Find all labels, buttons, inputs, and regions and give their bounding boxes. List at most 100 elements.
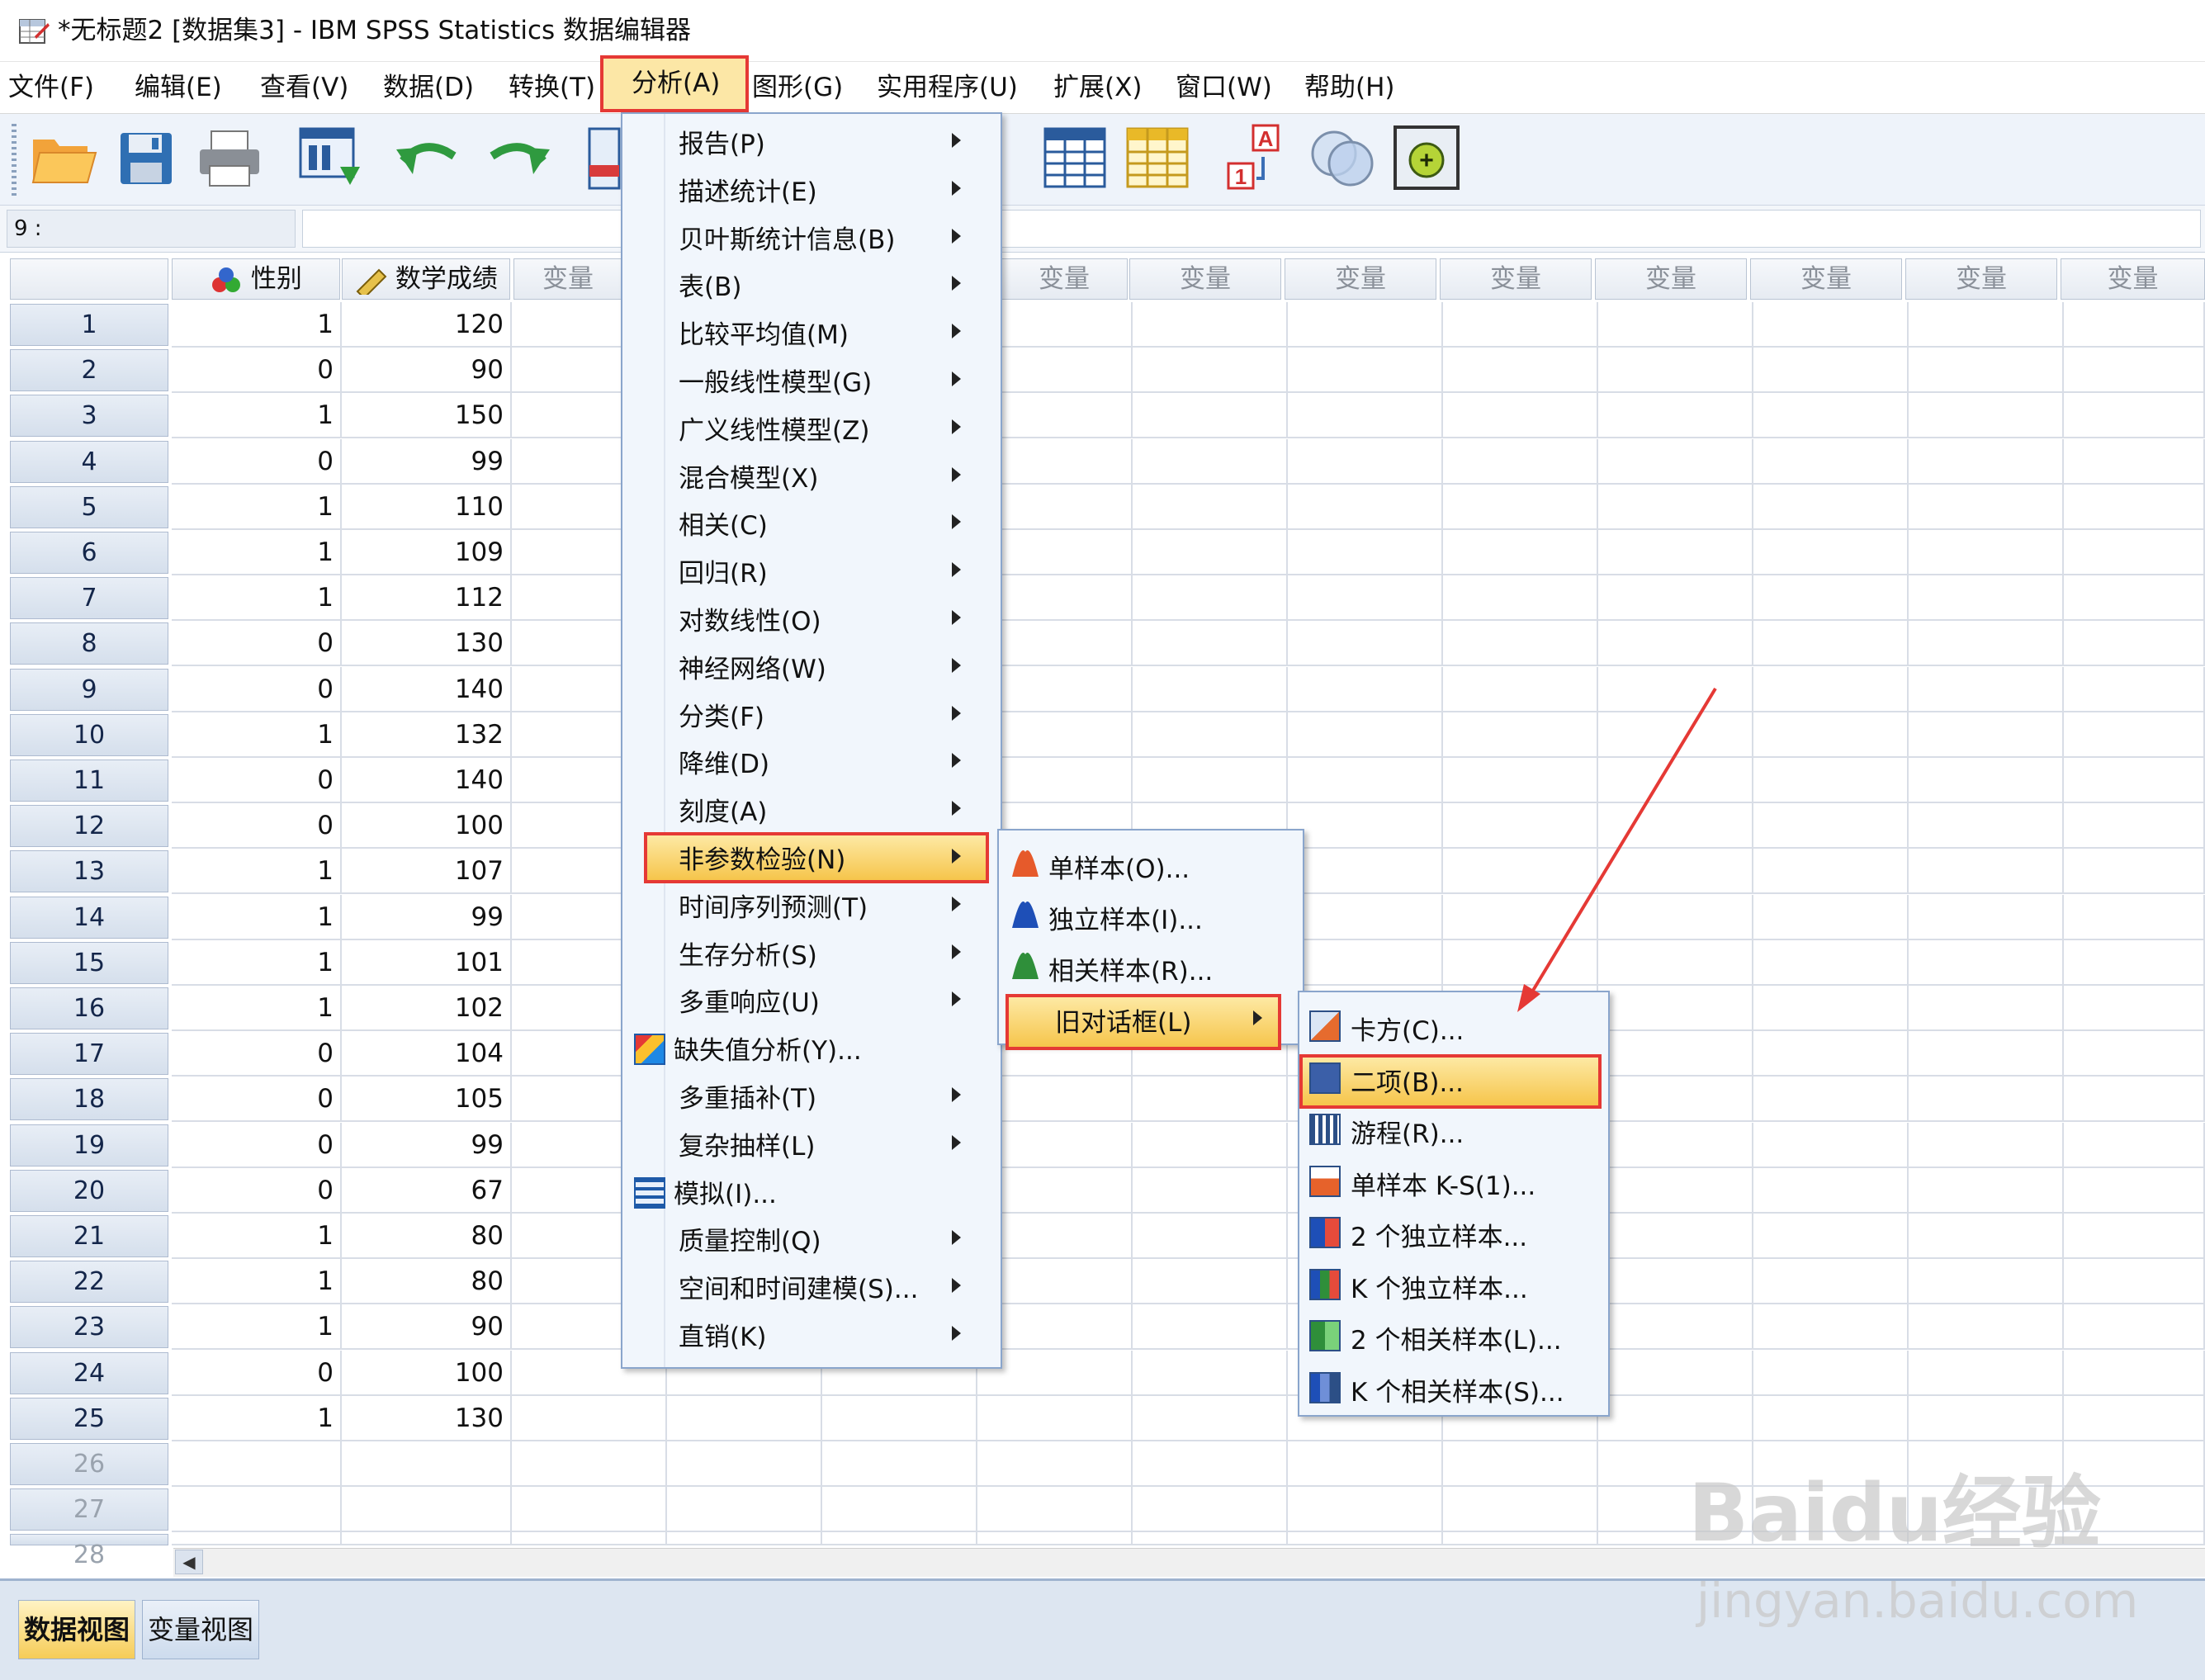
grid-cell[interactable] — [2064, 894, 2205, 940]
column-header-var[interactable]: 变量 — [1285, 258, 1436, 300]
grid-cell[interactable] — [1443, 530, 1598, 575]
grid-cell[interactable] — [1288, 302, 1443, 348]
grid-cell[interactable] — [2064, 1214, 2205, 1259]
grid-cell[interactable] — [1753, 1304, 1909, 1351]
grid-cell[interactable]: 120 — [342, 302, 512, 348]
column-header-var[interactable]: 变量 — [1595, 258, 1747, 300]
analyze-menu-item[interactable]: 描述统计(E) — [679, 171, 817, 208]
scroll-left-arrow-icon[interactable]: ◀ — [175, 1550, 203, 1574]
grid-cell[interactable] — [1598, 575, 1753, 622]
grid-cell[interactable]: 1 — [172, 1395, 342, 1441]
analyze-menu-item[interactable]: 比较平均值(M) — [679, 314, 849, 351]
insert-variable-icon[interactable] — [1124, 125, 1190, 190]
grid-cell[interactable]: 0 — [172, 803, 342, 849]
row-header[interactable]: 25 — [10, 1397, 168, 1440]
grid-cell[interactable] — [1909, 803, 2064, 849]
grid-cell[interactable] — [1753, 1350, 1909, 1396]
grid-cell[interactable] — [1598, 302, 1753, 348]
row-header[interactable]: 6 — [10, 532, 168, 574]
grid-cell[interactable] — [1909, 712, 2064, 758]
grid-cell[interactable] — [2064, 438, 2205, 485]
row-header[interactable]: 23 — [10, 1306, 168, 1349]
row-header[interactable]: 7 — [10, 577, 168, 620]
grid-cell[interactable]: 1 — [172, 575, 342, 622]
analyze-menu-item[interactable]: 空间和时间建模(S)... — [679, 1268, 918, 1305]
grid-cell[interactable]: 140 — [342, 758, 512, 803]
grid-cell[interactable]: 0 — [172, 438, 342, 485]
grid-cell[interactable] — [1753, 484, 1909, 530]
grid-cell[interactable] — [1288, 758, 1443, 803]
grid-cell[interactable] — [1909, 758, 2064, 803]
grid-cell[interactable] — [1133, 758, 1288, 803]
grid-cell[interactable] — [1909, 1167, 2064, 1214]
analyze-menu-item[interactable]: 报告(P) — [679, 123, 765, 160]
grid-cell[interactable] — [1753, 438, 1909, 485]
grid-cell[interactable] — [1598, 1259, 1753, 1305]
nonparametric-menu-item[interactable]: 独立样本(I)... — [1048, 899, 1203, 936]
menu-transform[interactable]: 转换(T) — [509, 69, 595, 106]
grid-cell[interactable] — [1443, 393, 1598, 439]
grid-cell[interactable] — [1443, 666, 1598, 712]
grid-cell[interactable]: 1 — [172, 986, 342, 1031]
grid-cell[interactable] — [1443, 758, 1598, 803]
grid-cell[interactable] — [822, 1532, 977, 1545]
grid-cell[interactable] — [1288, 438, 1443, 485]
analyze-menu-item[interactable]: 广义线性模型(Z) — [679, 409, 869, 447]
nonparametric-menu-item[interactable]: 旧对话框(L) — [1055, 1001, 1191, 1039]
grid-cell[interactable] — [977, 1441, 1133, 1487]
grid-cell[interactable] — [2064, 803, 2205, 849]
grid-cell[interactable]: 101 — [342, 939, 512, 986]
row-header[interactable]: 10 — [10, 713, 168, 756]
grid-cell[interactable] — [1753, 302, 1909, 348]
analyze-menu-item[interactable]: 多重插补(T) — [679, 1077, 816, 1114]
grid-cell[interactable] — [2064, 348, 2205, 394]
grid-cell[interactable] — [1598, 712, 1753, 758]
grid-cell[interactable] — [1598, 1031, 1753, 1077]
legacy-dialog-item[interactable]: 游程(R)... — [1351, 1113, 1464, 1150]
menu-window[interactable]: 窗口(W) — [1176, 69, 1272, 106]
grid-cell[interactable] — [1288, 348, 1443, 394]
grid-cell[interactable] — [1598, 803, 1753, 849]
menu-extensions[interactable]: 扩展(X) — [1053, 69, 1142, 106]
grid-cell[interactable] — [2064, 986, 2205, 1031]
grid-cell[interactable]: 0 — [172, 1350, 342, 1396]
column-header-var[interactable]: 变量 — [1440, 258, 1592, 300]
grid-cell[interactable] — [1133, 1532, 1288, 1545]
grid-cell[interactable] — [1443, 803, 1598, 849]
grid-cell[interactable]: 132 — [342, 712, 512, 758]
grid-cell[interactable] — [1753, 758, 1909, 803]
grid-cell[interactable] — [1598, 939, 1753, 986]
grid-corner[interactable] — [10, 258, 168, 300]
analyze-menu-item[interactable]: 混合模型(X) — [679, 457, 818, 495]
grid-cell[interactable] — [1288, 530, 1443, 575]
analyze-menu-item[interactable]: 刻度(A) — [679, 791, 767, 828]
grid-cell[interactable] — [1598, 393, 1753, 439]
column-header-math[interactable]: 数学成绩 — [342, 258, 510, 300]
menu-analyze[interactable]: 分析(A) — [600, 55, 749, 112]
grid-cell[interactable]: 80 — [342, 1259, 512, 1305]
tab-variable-view[interactable]: 变量视图 — [142, 1600, 259, 1659]
undo-icon[interactable] — [396, 136, 462, 182]
save-icon[interactable] — [116, 128, 177, 189]
grid-cell[interactable] — [2064, 484, 2205, 530]
grid-cell[interactable] — [2064, 1304, 2205, 1351]
grid-cell[interactable] — [2064, 1350, 2205, 1396]
legacy-dialog-item[interactable]: K 个相关样本(S)... — [1351, 1371, 1564, 1408]
grid-cell[interactable]: 130 — [342, 621, 512, 667]
grid-cell[interactable] — [2064, 939, 2205, 986]
grid-cell[interactable] — [342, 1487, 512, 1533]
grid-cell[interactable] — [1753, 1077, 1909, 1123]
grid-cell[interactable] — [1909, 484, 2064, 530]
menu-data[interactable]: 数据(D) — [383, 69, 474, 106]
print-icon[interactable] — [196, 128, 263, 189]
grid-cell[interactable] — [1133, 1259, 1288, 1305]
grid-cell[interactable] — [342, 1532, 512, 1545]
grid-cell[interactable] — [1598, 1077, 1753, 1123]
spelling-extension-icon[interactable]: + — [1392, 124, 1461, 192]
analyze-menu-item[interactable]: 复杂抽样(L) — [679, 1125, 815, 1162]
row-header[interactable]: 5 — [10, 485, 168, 528]
grid-cell[interactable] — [2064, 1395, 2205, 1441]
analyze-menu-item[interactable]: 质量控制(Q) — [679, 1220, 821, 1257]
grid-cell[interactable] — [1753, 849, 1909, 895]
grid-cell[interactable]: 102 — [342, 986, 512, 1031]
